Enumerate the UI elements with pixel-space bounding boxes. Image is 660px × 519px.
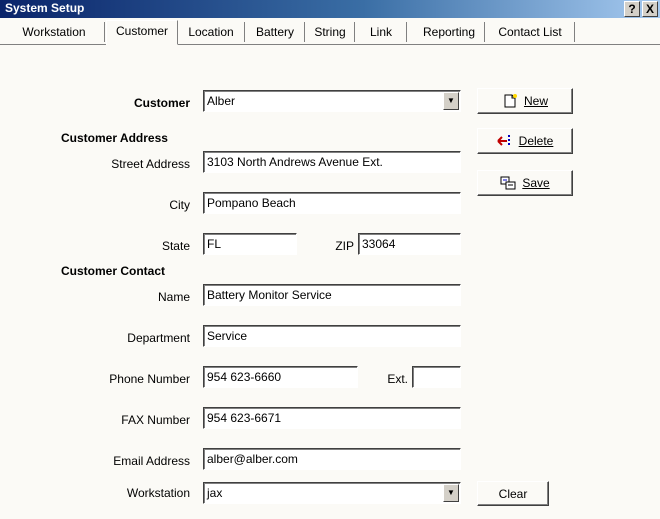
customer-address-heading: Customer Address xyxy=(61,131,168,145)
new-button-label: New xyxy=(523,94,548,108)
help-icon: ? xyxy=(628,2,636,16)
workstation-label: Workstation xyxy=(126,486,190,500)
tab-label: Workstation xyxy=(22,25,86,39)
help-button[interactable]: ? xyxy=(624,1,640,17)
customer-label: Customer xyxy=(133,96,190,110)
tab-customer[interactable]: Customer xyxy=(106,20,178,45)
tab-string[interactable]: String xyxy=(306,22,355,42)
save-icon xyxy=(500,176,516,190)
street-address-input[interactable]: 3103 North Andrews Avenue Ext. xyxy=(203,151,461,173)
city-input[interactable]: Pompano Beach xyxy=(203,192,461,214)
phone-number-label: Phone Number xyxy=(109,372,190,386)
close-icon: X xyxy=(645,2,654,16)
fax-number-label: FAX Number xyxy=(121,413,190,427)
tab-label: Reporting xyxy=(422,25,476,39)
delete-button[interactable]: Delete xyxy=(477,128,573,154)
department-input[interactable]: Service xyxy=(203,325,461,347)
customer-value: Alber xyxy=(207,94,236,108)
tab-battery[interactable]: Battery xyxy=(246,22,305,42)
email-address-input[interactable]: alber@alber.com xyxy=(203,448,461,470)
tab-label: Customer xyxy=(115,24,168,38)
save-button[interactable]: Save xyxy=(477,170,573,196)
state-label: State xyxy=(161,239,190,253)
close-button[interactable]: X xyxy=(642,1,658,17)
title-bar: System Setup ? X xyxy=(0,0,660,18)
city-label: City xyxy=(169,198,190,212)
state-input[interactable]: FL xyxy=(203,233,297,255)
delete-icon xyxy=(496,134,513,148)
tab-contact-list[interactable]: Contact List xyxy=(486,22,575,42)
email-address-label: Email Address xyxy=(113,454,190,468)
window-title: System Setup xyxy=(5,1,85,15)
tab-workstation[interactable]: Workstation xyxy=(4,22,105,42)
new-button[interactable]: New xyxy=(477,88,573,114)
contact-name-input[interactable]: Battery Monitor Service xyxy=(203,284,461,306)
new-document-icon xyxy=(502,94,518,108)
tab-label: Location xyxy=(188,25,234,39)
dropdown-arrow-icon[interactable]: ▼ xyxy=(443,92,459,110)
ext-input[interactable] xyxy=(412,366,461,388)
tab-label: String xyxy=(314,25,346,39)
save-button-label: Save xyxy=(522,176,550,190)
department-label: Department xyxy=(127,331,190,345)
delete-button-label: Delete xyxy=(518,134,554,148)
tab-label: Link xyxy=(369,25,392,39)
street-address-label: Street Address xyxy=(111,157,190,171)
customer-contact-heading: Customer Contact xyxy=(61,264,166,278)
workstation-value: jax xyxy=(207,486,223,500)
tab-link[interactable]: Link xyxy=(356,22,407,42)
tab-label: Battery xyxy=(255,25,294,39)
clear-button-label: Clear xyxy=(498,486,528,501)
phone-number-input[interactable]: 954 623-6660 xyxy=(203,366,358,388)
tab-location[interactable]: Location xyxy=(178,22,245,42)
zip-input[interactable]: 33064 xyxy=(358,233,461,255)
clear-button[interactable]: Clear xyxy=(477,481,549,506)
ext-label: Ext. xyxy=(387,372,408,386)
tab-reporting[interactable]: Reporting xyxy=(414,22,485,42)
tab-label: Contact List xyxy=(498,25,562,39)
zip-label: ZIP xyxy=(335,239,354,253)
name-label: Name xyxy=(157,290,190,304)
dropdown-arrow-icon[interactable]: ▼ xyxy=(443,484,459,502)
customer-select[interactable]: Alber ▼ xyxy=(203,90,461,112)
tab-bar: Workstation Customer Location Battery St… xyxy=(0,18,660,45)
fax-number-input[interactable]: 954 623-6671 xyxy=(203,407,461,429)
workstation-select[interactable]: jax ▼ xyxy=(203,482,461,504)
